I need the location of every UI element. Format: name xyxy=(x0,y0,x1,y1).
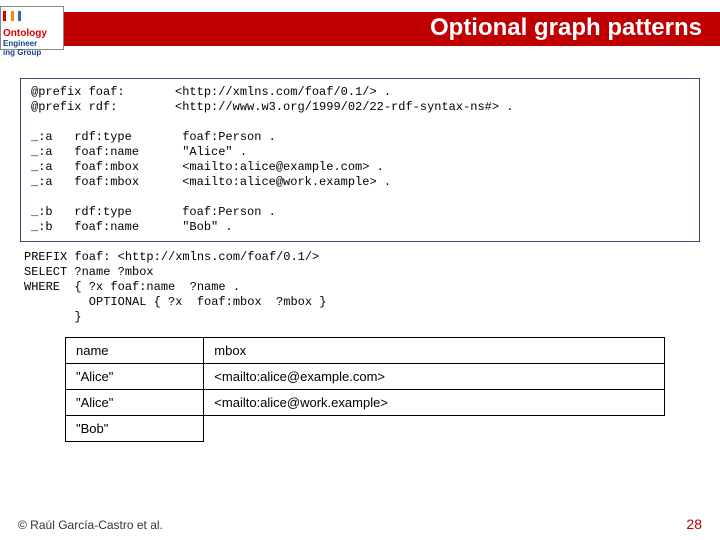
slide-title: Optional graph patterns xyxy=(430,14,702,42)
table-header-row: name mbox xyxy=(66,338,665,364)
footer-credit: © Raúl García-Castro et al. xyxy=(18,518,163,532)
col-name: name xyxy=(66,338,204,364)
table-row: "Alice" <mailto:alice@example.com> xyxy=(66,364,665,390)
table-row: "Alice" <mailto:alice@work.example> xyxy=(66,390,665,416)
page-number: 28 xyxy=(686,516,702,532)
logo-stripe-icon xyxy=(18,11,21,21)
sparql-query-block: PREFIX foaf: <http://xmlns.com/foaf/0.1/… xyxy=(20,242,700,327)
results-table: name mbox "Alice" <mailto:alice@example.… xyxy=(65,337,665,442)
logo-text-top: Ontology xyxy=(3,28,47,39)
logo: Ontology Engineer ing Group xyxy=(0,6,64,50)
logo-stripe-icon xyxy=(3,11,6,21)
logo-text-mid: Engineer xyxy=(3,39,61,48)
logo-text-bot: ing Group xyxy=(3,48,61,57)
col-mbox: mbox xyxy=(204,338,665,364)
logo-stripe-icon xyxy=(11,11,14,21)
rdf-data-block: @prefix foaf: <http://xmlns.com/foaf/0.1… xyxy=(20,78,700,242)
table-row: "Bob" xyxy=(66,416,665,442)
